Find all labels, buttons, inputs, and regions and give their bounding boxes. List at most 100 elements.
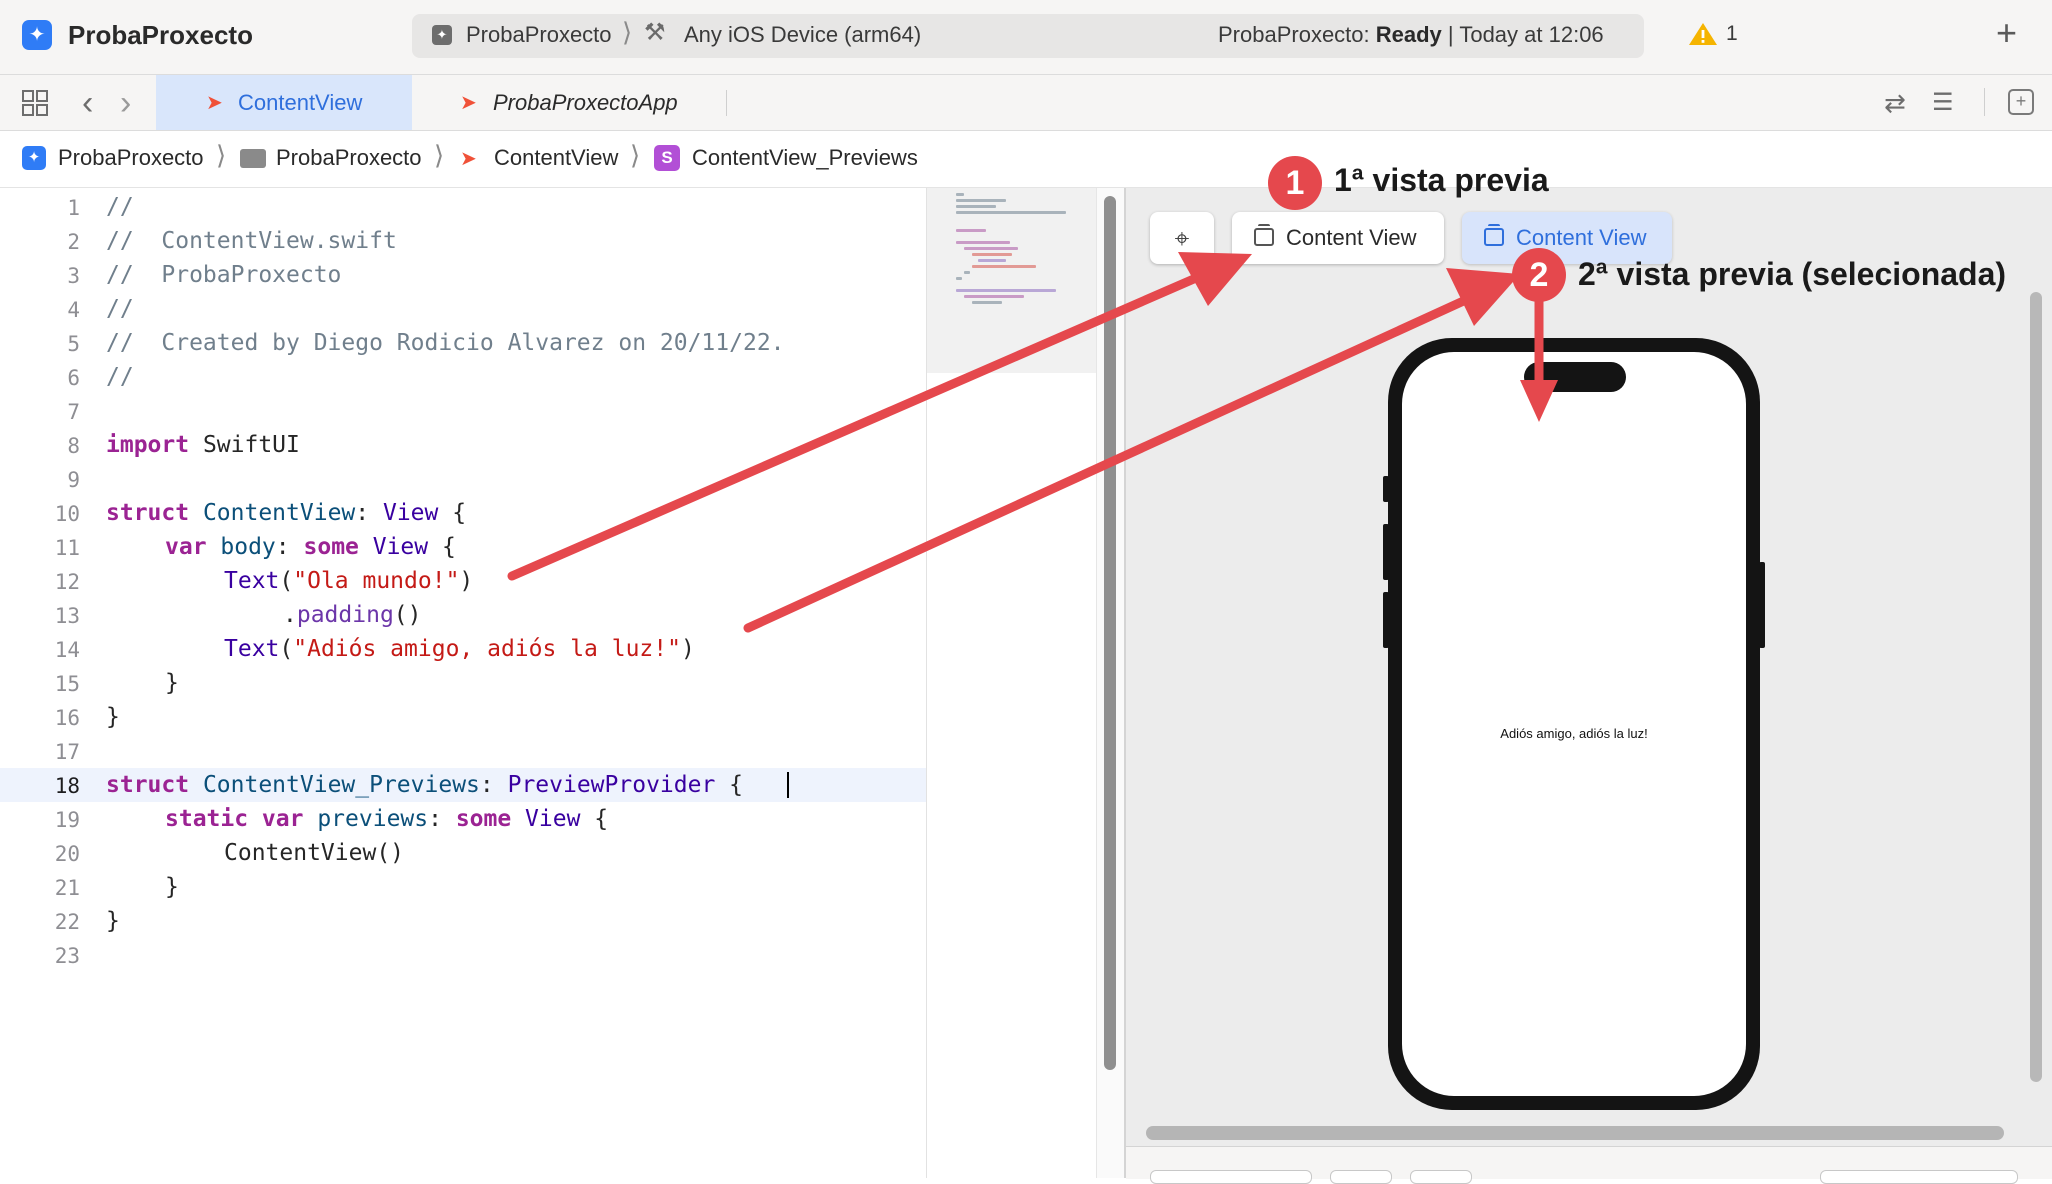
- preview-vertical-scrollbar[interactable]: [2030, 292, 2042, 1082]
- folder-icon: [240, 149, 266, 168]
- code-line-13[interactable]: .padding(): [283, 602, 422, 628]
- code-line-19[interactable]: static var previews: some View {: [165, 806, 608, 832]
- code-line-5[interactable]: // Created by Diego Rodicio Alvarez on 2…: [106, 330, 785, 356]
- phone-volume-down-button: [1383, 592, 1389, 648]
- line-number: 11: [54, 536, 80, 560]
- punct: .: [283, 602, 297, 628]
- run-destination[interactable]: Any iOS Device (arm64): [684, 22, 921, 48]
- line-number: 23: [54, 944, 80, 968]
- code-line-11[interactable]: var body: some View {: [165, 534, 456, 560]
- breadcrumb-file[interactable]: ContentView: [494, 145, 618, 171]
- dynamic-island: [1524, 362, 1626, 392]
- minimap-line: [978, 259, 1006, 262]
- property-name: body: [206, 534, 276, 560]
- chevron-left-icon[interactable]: ‹: [82, 84, 93, 123]
- minimap-line: [972, 301, 1002, 304]
- preview-horizontal-scrollbar[interactable]: [1146, 1126, 2004, 1140]
- scheme-name[interactable]: ProbaProxecto: [466, 22, 612, 48]
- code-line-12[interactable]: Text("Ola mundo!"): [224, 568, 473, 594]
- code-line-8[interactable]: import SwiftUI: [106, 432, 300, 458]
- preview-bottom-control[interactable]: [1410, 1170, 1472, 1184]
- preview-bottom-control[interactable]: [1150, 1170, 1312, 1184]
- code-line-3[interactable]: // ProbaProxecto: [106, 262, 341, 288]
- pin-preview-button[interactable]: ⌖: [1150, 212, 1214, 264]
- code-line-15[interactable]: }: [165, 670, 179, 696]
- code-line-16[interactable]: }: [106, 704, 120, 730]
- punct: }: [165, 874, 179, 900]
- comment: //: [106, 296, 134, 322]
- line-number: 9: [67, 468, 80, 492]
- swap-arrows-icon[interactable]: ⇄: [1884, 88, 1906, 119]
- line-number: 15: [54, 672, 80, 696]
- warning-icon[interactable]: [1688, 22, 1718, 46]
- line-number: 3: [67, 264, 80, 288]
- minimap-line: [964, 271, 970, 274]
- preview-zoom-control[interactable]: [1820, 1170, 2018, 1184]
- warning-count[interactable]: 1: [1726, 22, 1738, 46]
- code-line-18[interactable]: struct ContentView_Previews: PreviewProv…: [106, 772, 743, 798]
- editor-scrollbar-thumb[interactable]: [1104, 196, 1116, 1070]
- type-ref: Text: [224, 568, 280, 594]
- keyword: import: [106, 432, 190, 458]
- comment: //: [106, 364, 134, 390]
- chevron-right-icon: ⟩: [622, 17, 633, 47]
- related-items-grid-icon[interactable]: [22, 90, 48, 116]
- annotation-badge-2: 2: [1512, 248, 1566, 302]
- minimap-line: [956, 199, 1006, 202]
- punct: }: [106, 704, 120, 730]
- line-number: 14: [54, 638, 80, 662]
- code-line-10[interactable]: struct ContentView: View {: [106, 500, 466, 526]
- minimap-border: [926, 188, 927, 1178]
- minimap-line: [972, 253, 1012, 256]
- add-editor-icon[interactable]: +: [2008, 89, 2034, 115]
- keyword: some: [303, 534, 359, 560]
- code-line-20[interactable]: ContentView(): [224, 840, 404, 866]
- tab-probaproxectoapp[interactable]: ProbaProxectoApp: [493, 90, 678, 116]
- tab-label[interactable]: ContentView: [238, 90, 362, 116]
- chevron-right-icon[interactable]: ›: [120, 84, 131, 123]
- type-ref: View: [382, 500, 439, 526]
- chevron-right-icon: ⟩: [630, 140, 641, 170]
- code-line-4[interactable]: //: [106, 296, 134, 322]
- punct: (: [279, 636, 294, 662]
- type-ref: View: [511, 806, 581, 832]
- punct: :: [275, 534, 304, 560]
- minimap[interactable]: [926, 373, 1096, 1178]
- code-line-1[interactable]: //: [106, 194, 134, 220]
- minimap-viewport[interactable]: [926, 188, 1096, 373]
- phone-screen[interactable]: [1402, 352, 1746, 1096]
- call-expression: ContentView(): [224, 840, 405, 866]
- status-suffix: | Today at 12:06: [1441, 22, 1604, 47]
- line-number: 21: [54, 876, 80, 900]
- code-line-2[interactable]: // ContentView.swift: [106, 228, 397, 254]
- code-line-14[interactable]: Text("Adiós amigo, adiós la luz!"): [224, 636, 695, 662]
- breadcrumb-symbol[interactable]: ContentView_Previews: [692, 145, 918, 171]
- hammer-icon[interactable]: ⚒: [644, 18, 666, 47]
- breadcrumb-folder[interactable]: ProbaProxecto: [276, 145, 422, 171]
- activity-status: ProbaProxecto: Ready | Today at 12:06: [1218, 22, 1604, 48]
- keyword: static var: [165, 806, 304, 832]
- line-number: 12: [54, 570, 80, 594]
- plus-icon[interactable]: +: [1996, 12, 2017, 54]
- preview-tab-label: Content View: [1516, 225, 1647, 250]
- preview-icon: [1254, 224, 1274, 246]
- swift-file-icon: ➤: [206, 92, 223, 114]
- line-number: 22: [54, 910, 80, 934]
- minimap-line: [972, 265, 1036, 268]
- keyword: var: [165, 534, 207, 560]
- phone-volume-up-button: [1383, 524, 1389, 580]
- code-line-21[interactable]: }: [165, 874, 179, 900]
- annotation-label-2: 2ª vista previa (selecionada): [1578, 256, 2007, 292]
- editor-options-icon[interactable]: ☰: [1932, 88, 1954, 117]
- punct: ): [680, 636, 695, 662]
- line-number: 10: [54, 502, 80, 526]
- code-line-6[interactable]: //: [106, 364, 134, 390]
- scheme-app-icon[interactable]: ✦: [432, 25, 452, 45]
- status-prefix: ProbaProxecto:: [1218, 22, 1376, 47]
- preview-tab-1-button[interactable]: Content View: [1232, 212, 1444, 264]
- code-line-22[interactable]: }: [106, 908, 120, 934]
- minimap-line: [956, 211, 1066, 214]
- preview-bottom-control[interactable]: [1330, 1170, 1392, 1184]
- app-title: ProbaProxecto: [68, 20, 253, 50]
- breadcrumb-project[interactable]: ProbaProxecto: [58, 145, 204, 171]
